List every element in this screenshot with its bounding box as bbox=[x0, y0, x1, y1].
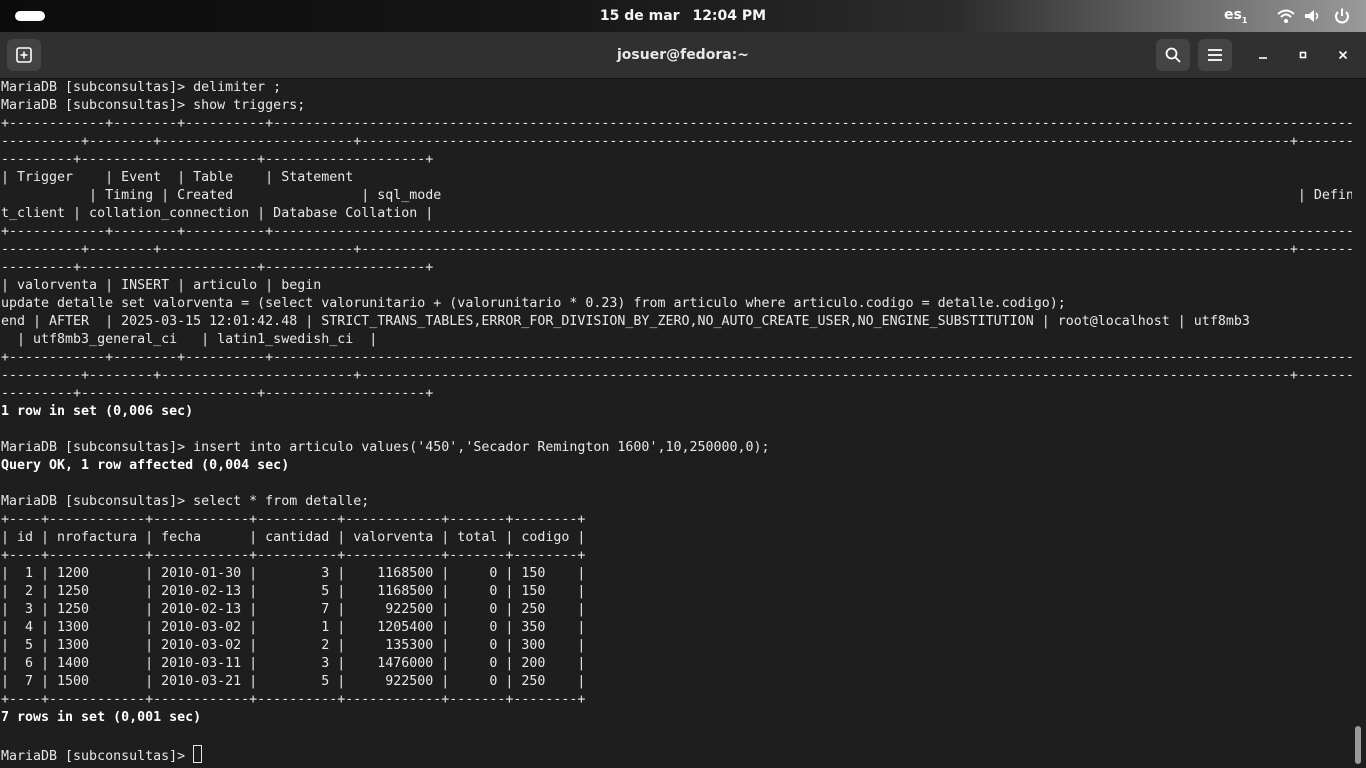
terminal-line: ----------+--------+--------------------… bbox=[1, 368, 1352, 383]
minimize-button[interactable] bbox=[1251, 43, 1275, 67]
terminal-line: | 5 | 1300 | 2010-03-02 | 2 | 135300 | 0… bbox=[1, 638, 586, 653]
terminal-line: t_client | collation_connection | Databa… bbox=[1, 206, 434, 221]
terminal-line: | valorventa | INSERT | articulo | begin bbox=[1, 278, 322, 293]
terminal-line: 7 rows in set (0,001 sec) bbox=[1, 710, 202, 725]
clock[interactable]: 15 de mar 12:04 PM bbox=[0, 0, 1366, 32]
terminal-scrollbar[interactable] bbox=[1355, 726, 1361, 764]
terminal-line: +----+------------+------------+--------… bbox=[1, 548, 586, 563]
terminal-line: 1 row in set (0,006 sec) bbox=[1, 404, 194, 419]
hamburger-menu-icon bbox=[1208, 49, 1222, 61]
terminal-line: | 1 | 1200 | 2010-01-30 | 3 | 1168500 | … bbox=[1, 566, 586, 581]
terminal-line: | 6 | 1400 | 2010-03-11 | 3 | 1476000 | … bbox=[1, 656, 586, 671]
wifi-icon[interactable] bbox=[1277, 7, 1295, 25]
terminal-line: +------------+--------+----------+------… bbox=[1, 116, 1352, 131]
keyboard-layout-indicator[interactable]: es1 bbox=[1224, 7, 1247, 25]
clock-time: 12:04 PM bbox=[692, 8, 767, 24]
volume-icon[interactable] bbox=[1303, 7, 1321, 25]
terminal-line: ----------+--------+--------------------… bbox=[1, 242, 1352, 257]
terminal-line: ---------+----------------------+-------… bbox=[1, 260, 434, 275]
terminal-line: MariaDB [subconsultas]> insert into arti… bbox=[1, 440, 770, 455]
terminal-line: ---------+----------------------+-------… bbox=[1, 386, 434, 401]
terminal-line: | utf8mb3_general_ci | latin1_swedish_ci… bbox=[1, 332, 378, 347]
terminal-line: +----+------------+------------+--------… bbox=[1, 512, 586, 527]
maximize-icon bbox=[1299, 51, 1307, 59]
close-icon bbox=[1338, 50, 1348, 60]
terminal-line: MariaDB [subconsultas]> delimiter ; bbox=[1, 80, 282, 95]
terminal-line: | Trigger | Event | Table | Statement bbox=[1, 170, 354, 185]
terminal-prompt-line[interactable]: MariaDB [subconsultas]> bbox=[1, 745, 1352, 764]
terminal-output[interactable]: MariaDB [subconsultas]> delimiter ; Maria… bbox=[0, 79, 1352, 768]
terminal-line: | 7 | 1500 | 2010-03-21 | 5 | 922500 | 0… bbox=[1, 674, 586, 689]
terminal-line: Query OK, 1 row affected (0,004 sec) bbox=[1, 458, 290, 473]
terminal-line: | 2 | 1250 | 2010-02-13 | 5 | 1168500 | … bbox=[1, 584, 586, 599]
terminal-line: | 4 | 1300 | 2010-03-02 | 1 | 1205400 | … bbox=[1, 620, 586, 635]
minimize-icon bbox=[1259, 57, 1267, 59]
terminal-line: +------------+--------+----------+------… bbox=[1, 224, 1352, 239]
keyboard-layout-index: 1 bbox=[1241, 15, 1248, 25]
terminal-line: ---------+----------------------+-------… bbox=[1, 152, 434, 167]
text-cursor bbox=[193, 745, 203, 763]
close-button[interactable] bbox=[1331, 43, 1355, 67]
terminal-text: MariaDB [subconsultas]> delimiter ; Maria… bbox=[0, 79, 1352, 764]
terminal-line: | 3 | 1250 | 2010-02-13 | 7 | 922500 | 0… bbox=[1, 602, 586, 617]
terminal-prompt: MariaDB [subconsultas]> bbox=[1, 749, 194, 764]
terminal-line: MariaDB [subconsultas]> show triggers; bbox=[1, 98, 306, 113]
search-icon bbox=[1165, 47, 1181, 63]
terminal-line: MariaDB [subconsultas]> select * from de… bbox=[1, 494, 370, 509]
terminal-line: | id | nrofactura | fecha | cantidad | v… bbox=[1, 530, 586, 545]
terminal-line: +----+------------+------------+--------… bbox=[1, 692, 586, 707]
terminal-line: update detalle set valorventa = (select … bbox=[1, 296, 1066, 311]
terminal-line: ----------+--------+--------------------… bbox=[1, 134, 1352, 149]
system-top-bar: 15 de mar 12:04 PM es1 bbox=[0, 0, 1366, 32]
terminal-line: end | AFTER | 2025-03-15 12:01:42.48 | S… bbox=[1, 314, 1250, 329]
terminal-line: +------------+--------+----------+------… bbox=[1, 350, 1352, 365]
search-button[interactable] bbox=[1156, 39, 1190, 71]
maximize-button[interactable] bbox=[1291, 43, 1315, 67]
keyboard-layout-label: es bbox=[1224, 7, 1242, 23]
terminal-header-bar: josuer@fedora:~ bbox=[0, 32, 1366, 79]
clock-date: 15 de mar bbox=[599, 8, 680, 24]
menu-button[interactable] bbox=[1198, 39, 1232, 71]
power-icon[interactable] bbox=[1333, 7, 1351, 25]
terminal-line: | Timing | Created | sql_mode | Definer … bbox=[89, 188, 1352, 203]
